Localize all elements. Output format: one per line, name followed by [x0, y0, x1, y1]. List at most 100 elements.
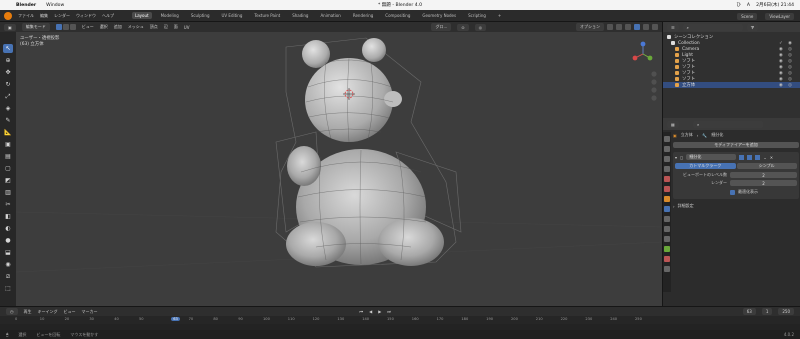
workspace-tab-compositing[interactable]: Compositing	[382, 12, 413, 19]
outliner-filter-icon[interactable]: ⧩	[746, 23, 759, 31]
menu-file[interactable]: ファイル	[18, 13, 34, 19]
constraints-tab-icon[interactable]	[664, 236, 670, 242]
knife-tool-icon[interactable]: ✂	[3, 200, 13, 209]
world-tab-icon[interactable]	[664, 186, 670, 192]
render-tab-icon[interactable]	[664, 146, 670, 152]
rotate-tool-icon[interactable]: ↻	[3, 80, 13, 89]
levels-viewport-field[interactable]: 2	[730, 172, 797, 178]
end-frame-field[interactable]: 250	[778, 308, 794, 315]
visibility-icons[interactable]: ◉ ◎	[779, 71, 794, 76]
collapse-chevron-icon[interactable]: ▾	[675, 155, 677, 160]
particles-tab-icon[interactable]	[664, 216, 670, 222]
timeline-editor-type[interactable]: ◷	[6, 308, 18, 315]
bevel-tool-icon[interactable]: ◩	[3, 176, 13, 185]
workspace-tab-shading[interactable]: Shading	[289, 12, 311, 19]
snap-toggle[interactable]: ⊙	[457, 23, 469, 31]
vp-menu-face[interactable]: 面	[174, 24, 178, 30]
advanced-section-header[interactable]: › 詳細設定	[673, 203, 799, 209]
gizmo-z-axis[interactable]	[640, 41, 646, 47]
vertex-select-icon[interactable]	[55, 24, 62, 30]
play-reverse-icon[interactable]: ◀	[369, 309, 372, 314]
edge-slide-tool-icon[interactable]: ⬓	[3, 248, 13, 257]
vp-menu-edge[interactable]: 辺	[164, 24, 168, 30]
select-tool-icon[interactable]: ↖	[3, 44, 13, 53]
ortho-toggle-icon[interactable]	[651, 95, 657, 101]
scene-tab-icon[interactable]	[664, 176, 670, 182]
mac-status-input[interactable]: ひ	[736, 2, 741, 8]
annotate-tool-icon[interactable]: ✎	[3, 116, 13, 125]
workspace-tab-texture-paint[interactable]: Texture Paint	[251, 12, 283, 19]
vp-menu-add[interactable]: 追加	[114, 24, 122, 30]
tab-catmull-clark[interactable]: カトマルクラーク	[675, 163, 736, 169]
modifier-tab-icon[interactable]	[664, 206, 670, 212]
workspace-tab-sculpting[interactable]: Sculpting	[188, 12, 213, 19]
visibility-icons[interactable]: ◉ ◎	[779, 47, 794, 52]
overlay-icon[interactable]	[607, 24, 613, 30]
object-tab-icon[interactable]	[664, 196, 670, 202]
proportional-edit-toggle[interactable]: ◎	[474, 23, 487, 31]
move-tool-icon[interactable]: ✥	[3, 68, 13, 77]
modifier-menu-icon[interactable]: ⌄	[763, 155, 766, 160]
menu-help[interactable]: ヘルプ	[102, 13, 114, 19]
face-select-icon[interactable]	[69, 24, 76, 30]
blender-logo-icon[interactable]	[4, 11, 12, 20]
view-layer-selector[interactable]: ViewLayer	[765, 12, 794, 20]
tab-simple[interactable]: シンプル	[736, 163, 797, 169]
physics-tab-icon[interactable]	[664, 226, 670, 232]
xray-icon[interactable]	[616, 24, 622, 30]
shading-solid-icon[interactable]	[634, 24, 640, 30]
visibility-icons[interactable]: ◉ ◎	[779, 65, 794, 70]
add-modifier-button[interactable]: モディファイアーを追加	[673, 142, 799, 148]
vp-menu-uv[interactable]: UV	[184, 25, 190, 30]
frame-ruler[interactable]: 0 10 20 30 40 50 63 70 80 90 100 110 120 130 140 150 160…	[0, 316, 800, 324]
start-frame-field[interactable]: 1	[761, 308, 773, 315]
texture-tab-icon[interactable]	[664, 266, 670, 272]
modifier-close-icon[interactable]: ✕	[770, 155, 773, 160]
current-frame-field[interactable]: 63	[742, 308, 756, 315]
gizmo-x-axis[interactable]	[632, 55, 638, 61]
mac-menu-window[interactable]: Window	[46, 3, 64, 8]
add-cube-tool-icon[interactable]: ▣	[3, 140, 13, 149]
rip-tool-icon[interactable]: ⬚	[3, 284, 13, 293]
camera-view-icon[interactable]	[651, 87, 657, 93]
viewport-toggle-icon[interactable]	[747, 154, 753, 160]
workspace-tab-layout[interactable]: Layout	[132, 12, 152, 19]
render-toggle-icon[interactable]	[755, 154, 761, 160]
editor-type-button[interactable]: ▣	[4, 23, 16, 31]
shading-rendered-icon[interactable]	[652, 24, 658, 30]
workspace-tab-animation[interactable]: Animation	[317, 12, 343, 19]
cursor-tool-icon[interactable]: ⊕	[3, 56, 13, 65]
outliner-search[interactable]: ⌕	[682, 23, 743, 31]
smooth-tool-icon[interactable]: ●	[3, 236, 13, 245]
pan-icon[interactable]	[651, 79, 657, 85]
options-dropdown[interactable]: オプション	[576, 23, 604, 31]
mac-status-keyboard[interactable]: A	[747, 3, 750, 8]
extrude-tool-icon[interactable]: ▤	[3, 152, 13, 161]
orientation-selector[interactable]: グロ...	[431, 23, 452, 31]
poly-build-tool-icon[interactable]: ◧	[3, 212, 13, 221]
tl-menu-keying[interactable]: キーイング	[38, 309, 58, 315]
jump-end-icon[interactable]: ⏭	[387, 309, 391, 314]
visibility-icons[interactable]: ◉ ◎	[779, 59, 794, 64]
visibility-icons[interactable]: ✓ ◉	[779, 41, 794, 46]
render-levels-field[interactable]: 2	[730, 180, 797, 186]
jump-start-icon[interactable]: ⏮	[360, 309, 364, 314]
mac-clock[interactable]: 2月6日(木) 21:44	[756, 2, 794, 8]
tl-menu-marker[interactable]: マーカー	[82, 309, 98, 315]
outliner-row-selected[interactable]: 立方体 ◉ ◎	[663, 82, 800, 88]
menu-edit[interactable]: 編集	[40, 13, 48, 19]
tl-menu-view[interactable]: ビュー	[64, 309, 76, 315]
mac-app-name[interactable]: Blender	[16, 3, 36, 8]
vp-menu-mesh[interactable]: メッシュ	[128, 24, 144, 30]
editmode-toggle-icon[interactable]	[739, 154, 745, 160]
workspace-tab-scripting[interactable]: Scripting	[465, 12, 489, 19]
workspace-tab-geometry-nodes[interactable]: Geometry Nodes	[419, 12, 459, 19]
data-tab-icon[interactable]	[664, 246, 670, 252]
visibility-icons[interactable]: ◉ ◎	[779, 53, 794, 58]
view-layer-tab-icon[interactable]	[664, 166, 670, 172]
workspace-tab-rendering[interactable]: Rendering	[350, 12, 376, 19]
zoom-icon[interactable]	[651, 71, 657, 77]
play-icon[interactable]: ▶	[378, 309, 381, 314]
properties-editor-type[interactable]: ▦	[667, 121, 679, 128]
scene-selector[interactable]: Scene	[737, 12, 758, 20]
